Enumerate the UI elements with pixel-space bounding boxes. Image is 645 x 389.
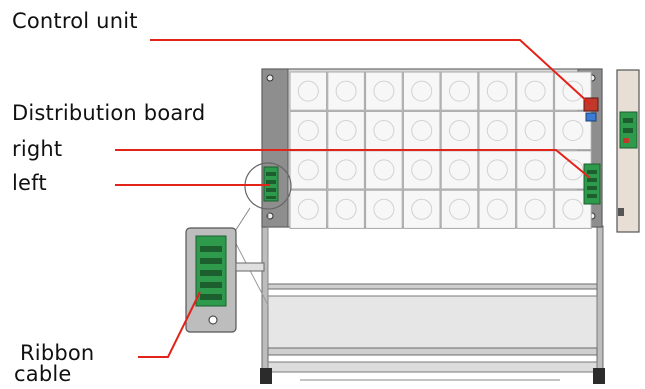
tile: [402, 150, 441, 190]
tile: [327, 110, 365, 151]
tile: [440, 71, 479, 111]
tile: [516, 150, 554, 190]
main-panel: [261, 68, 603, 229]
tile: [402, 110, 441, 151]
stand-frame: [260, 225, 605, 384]
ribbon-cable-detail: [185, 207, 269, 333]
tile: [402, 71, 441, 111]
tile: [365, 71, 403, 111]
tile: [327, 71, 365, 111]
side-enclosure: [616, 69, 640, 233]
tile: [289, 71, 328, 111]
tile: [327, 150, 365, 190]
tile: [327, 189, 365, 229]
tile: [289, 150, 328, 190]
distribution-board-right: [583, 163, 601, 205]
tile: [478, 71, 517, 111]
technical-drawing: [115, 39, 640, 384]
tile: [516, 189, 554, 229]
tile: [365, 189, 403, 229]
tile: [289, 110, 328, 151]
tile: [516, 110, 554, 151]
tile: [516, 71, 554, 111]
tile: [440, 110, 479, 151]
tile: [478, 110, 517, 151]
tile: [440, 150, 479, 190]
tile: [402, 189, 441, 229]
tile: [289, 189, 328, 229]
tile: [440, 189, 479, 229]
tile: [365, 110, 403, 151]
tile: [478, 150, 517, 190]
tile: [478, 189, 517, 229]
tile: [365, 150, 403, 190]
